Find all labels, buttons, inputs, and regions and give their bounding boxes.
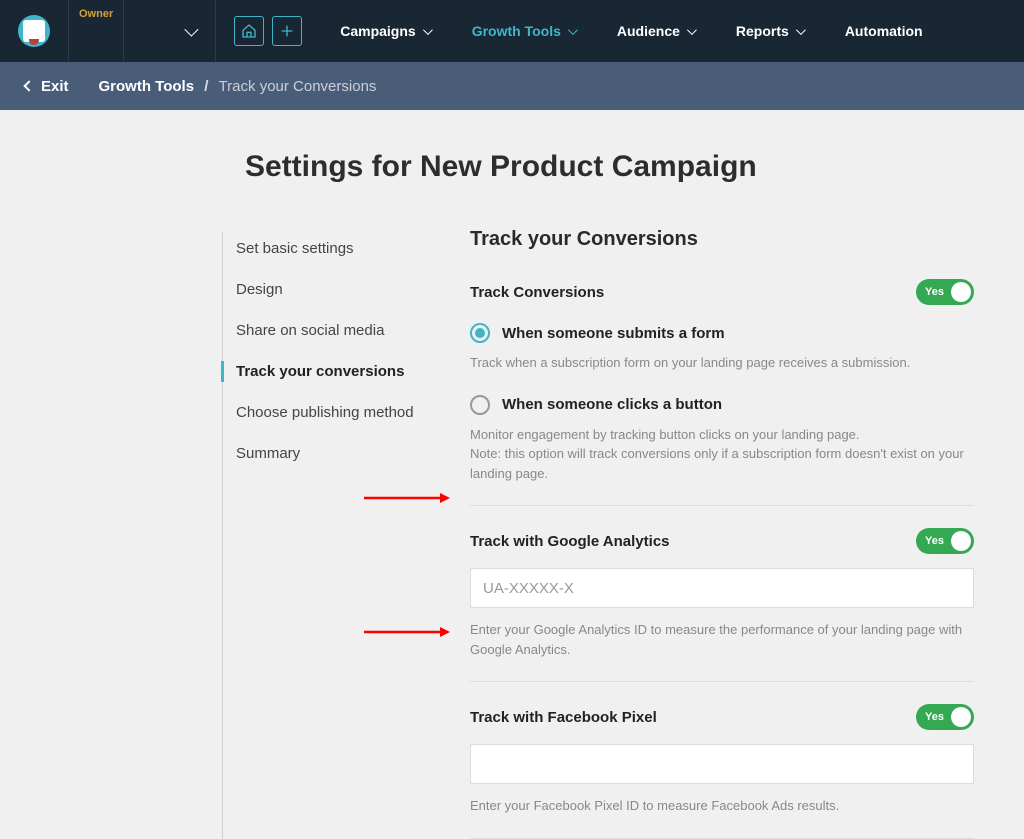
radio-clicks-button-label: When someone clicks a button [502,396,722,413]
google-analytics-label: Track with Google Analytics [470,533,670,550]
breadcrumb-tail: Track your Conversions [219,78,377,95]
content-area: Track your Conversions Track Conversions… [460,228,1024,839]
nav-automation[interactable]: Automation [845,23,923,39]
facebook-pixel-input[interactable] [470,744,974,784]
google-analytics-input[interactable] [470,568,974,608]
divider [470,838,974,839]
radio-clicks-button[interactable] [470,395,490,415]
breadcrumb-root[interactable]: Growth Tools [99,78,195,95]
exit-button[interactable]: Exit [25,78,69,95]
avatar[interactable] [18,15,50,47]
arrow-left-icon [23,80,34,91]
track-conversions-toggle[interactable]: Yes [916,279,974,305]
facebook-pixel-toggle[interactable]: Yes [916,704,974,730]
nav-reports[interactable]: Reports [736,23,803,39]
chevron-down-icon [568,25,578,35]
sub-nav: Exit Growth Tools / Track your Conversio… [0,62,1024,110]
radio-submits-form-label: When someone submits a form [502,325,725,342]
step-design[interactable]: Design [222,269,460,310]
toggle-yes-label: Yes [925,286,944,298]
divider [470,681,974,682]
google-analytics-toggle[interactable]: Yes [916,528,974,554]
top-nav: Owner Campaigns Growth Tools Audience Re… [0,0,1024,62]
nav-audience-label: Audience [617,23,680,39]
exit-label: Exit [41,78,69,95]
radio-submits-form[interactable] [470,323,490,343]
step-summary[interactable]: Summary [222,433,460,474]
nav-audience[interactable]: Audience [617,23,694,39]
step-publishing-method[interactable]: Choose publishing method [222,392,460,433]
track-conversions-label: Track Conversions [470,284,604,301]
facebook-pixel-label: Track with Facebook Pixel [470,709,657,726]
home-button[interactable] [234,16,264,46]
chevron-down-icon [423,25,433,35]
nav-reports-label: Reports [736,23,789,39]
add-button[interactable] [272,16,302,46]
radio-submits-form-help: Track when a subscription form on your l… [470,353,974,373]
chevron-down-icon [687,25,697,35]
nav-growth-tools[interactable]: Growth Tools [472,23,575,39]
nav-campaigns[interactable]: Campaigns [340,23,429,39]
account-dropdown[interactable] [123,0,215,62]
nav-growth-tools-label: Growth Tools [472,23,561,39]
steps-sidebar: Set basic settings Design Share on socia… [220,228,460,839]
chevron-down-icon [796,25,806,35]
nav-automation-label: Automation [845,23,923,39]
breadcrumb-sep: / [204,78,208,95]
toggle-yes-label: Yes [925,535,944,547]
owner-badge: Owner [68,0,123,62]
divider [470,505,974,506]
toggle-yes-label: Yes [925,711,944,723]
step-basic-settings[interactable]: Set basic settings [222,228,460,269]
radio-clicks-button-help: Monitor engagement by tracking button cl… [470,425,974,484]
annotation-arrow [364,491,444,499]
step-share-social[interactable]: Share on social media [222,310,460,351]
annotation-arrow [364,625,444,633]
facebook-pixel-help: Enter your Facebook Pixel ID to measure … [470,796,974,816]
google-analytics-help: Enter your Google Analytics ID to measur… [470,620,974,659]
chevron-down-icon [185,23,199,37]
nav-campaigns-label: Campaigns [340,23,415,39]
step-track-conversions[interactable]: Track your conversions [222,351,460,392]
section-title: Track your Conversions [470,228,974,251]
page-title: Settings for New Product Campaign [245,150,1024,184]
breadcrumb: Growth Tools / Track your Conversions [99,78,377,95]
